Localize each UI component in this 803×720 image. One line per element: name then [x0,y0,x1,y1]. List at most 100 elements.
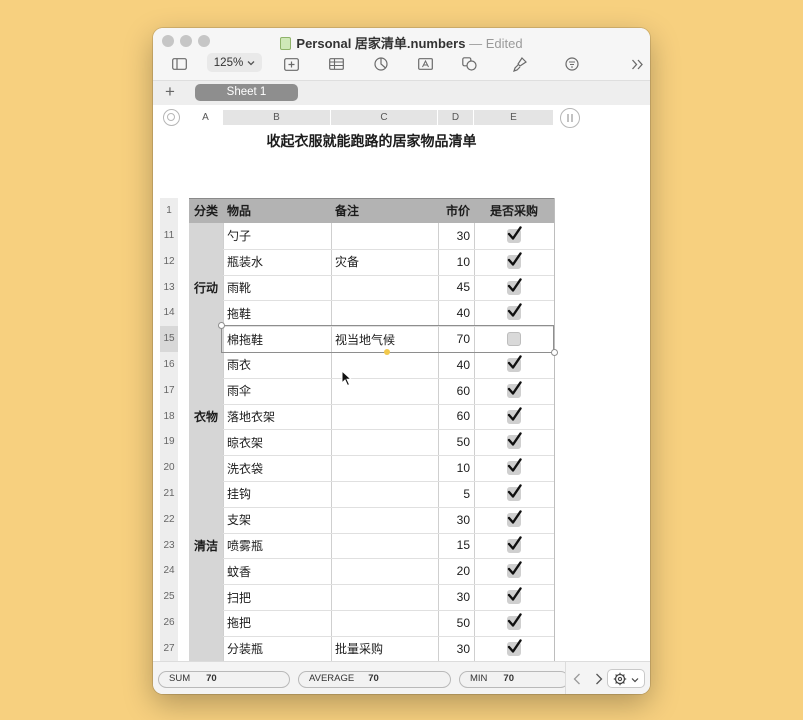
chevron-left-icon[interactable] [573,673,581,685]
column-header-b[interactable]: B [223,110,331,125]
header-buy[interactable]: 是否采购 [474,198,554,223]
purchase-checkbox[interactable] [507,303,522,320]
note-cell[interactable] [335,275,435,301]
price-cell[interactable]: 10 [438,455,470,481]
purchase-checkbox[interactable] [507,432,522,449]
note-cell[interactable] [335,558,435,584]
row-number[interactable]: 18 [160,403,178,430]
text-button[interactable] [415,54,435,74]
row-number[interactable]: 11 [160,223,178,249]
chevron-right-icon[interactable] [595,673,603,685]
purchase-checkbox[interactable] [507,561,522,578]
column-header-d[interactable]: D [438,110,474,125]
note-cell[interactable] [335,455,435,481]
insert-button[interactable] [281,54,301,74]
item-cell[interactable]: 落地衣架 [227,404,327,430]
row-number[interactable]: 26 [160,610,178,636]
note-cell[interactable] [335,429,435,455]
autofill-handle[interactable] [384,349,390,355]
item-cell[interactable]: 扫把 [227,584,327,610]
purchase-checkbox[interactable] [507,407,522,424]
note-cell[interactable] [335,223,435,249]
row-number-1[interactable]: 1 [160,198,178,223]
organize-button[interactable] [562,54,582,74]
note-cell[interactable] [335,610,435,636]
item-cell[interactable]: 雨衣 [227,352,327,378]
purchase-checkbox[interactable] [507,458,522,475]
row-number[interactable]: 19 [160,429,178,456]
more-toolbar-button[interactable] [627,54,647,74]
price-cell[interactable]: 20 [438,558,470,584]
purchase-checkbox[interactable] [507,278,522,295]
average-pill[interactable]: AVERAGE 70 [298,671,451,688]
category-label[interactable]: 衣物 [189,404,223,430]
price-cell[interactable]: 30 [438,507,470,533]
note-cell[interactable] [335,481,435,507]
note-cell[interactable] [335,533,435,559]
price-cell[interactable]: 50 [438,429,470,455]
purchase-checkbox[interactable] [507,536,522,553]
shape-button[interactable] [459,54,479,74]
row-number[interactable]: 22 [160,506,178,533]
purchase-checkbox[interactable] [507,252,522,269]
format-button[interactable] [510,54,530,74]
sidebar-button[interactable] [169,54,189,74]
purchase-checkbox[interactable] [507,355,522,372]
price-cell[interactable]: 40 [438,352,470,378]
row-number[interactable]: 17 [160,377,178,404]
item-cell[interactable]: 雨伞 [227,378,327,404]
price-cell[interactable]: 60 [438,378,470,404]
purchase-checkbox[interactable] [507,484,522,501]
item-cell[interactable]: 晾衣架 [227,429,327,455]
purchase-checkbox[interactable] [507,381,522,398]
category-label[interactable]: 清洁 [189,533,223,559]
row-number[interactable]: 24 [160,558,178,585]
purchase-checkbox[interactable] [507,226,522,243]
header-category[interactable]: 分类 [189,198,223,223]
row-number[interactable]: 16 [160,352,178,378]
select-table-button[interactable] [163,109,180,126]
row-number[interactable]: 27 [160,635,178,661]
note-cell[interactable] [335,300,435,326]
purchase-checkbox[interactable] [507,510,522,527]
price-cell[interactable]: 30 [438,223,470,249]
zoom-select[interactable]: 125% [207,53,262,72]
item-cell[interactable]: 拖把 [227,610,327,636]
item-cell[interactable]: 挂钩 [227,481,327,507]
selection-handle[interactable] [551,349,558,356]
tab-sheet-1[interactable]: Sheet 1 [195,84,298,101]
item-cell[interactable]: 拖鞋 [227,300,327,326]
row-number[interactable]: 15 [160,326,178,352]
sum-pill[interactable]: SUM 70 [158,671,290,688]
row-number[interactable]: 25 [160,584,178,610]
row-number[interactable]: 14 [160,300,178,327]
pause-resize-handle[interactable] [560,108,580,128]
price-cell[interactable]: 15 [438,533,470,559]
price-cell[interactable]: 30 [438,636,470,661]
row-number[interactable]: 23 [160,532,178,559]
item-cell[interactable]: 喷雾瓶 [227,533,327,559]
item-cell[interactable]: 瓶装水 [227,249,327,275]
item-cell[interactable]: 洗衣袋 [227,455,327,481]
row-number[interactable]: 20 [160,455,178,481]
header-item[interactable]: 物品 [227,198,327,223]
price-cell[interactable]: 50 [438,610,470,636]
note-cell[interactable]: 灾备 [335,249,435,275]
item-cell[interactable]: 勺子 [227,223,327,249]
row-number[interactable]: 13 [160,274,178,301]
note-cell[interactable] [335,584,435,610]
item-cell[interactable]: 雨靴 [227,275,327,301]
column-header-a[interactable]: A [189,110,223,125]
price-cell[interactable]: 5 [438,481,470,507]
note-cell[interactable] [335,507,435,533]
price-cell[interactable]: 10 [438,249,470,275]
row-number[interactable]: 12 [160,248,178,275]
settings-menu-button[interactable] [607,669,645,688]
row-number[interactable]: 21 [160,481,178,507]
note-cell[interactable]: 批量采购 [335,636,435,661]
price-cell[interactable]: 60 [438,404,470,430]
note-cell[interactable] [335,404,435,430]
purchase-checkbox[interactable] [507,639,522,656]
purchase-checkbox[interactable] [507,613,522,630]
price-cell[interactable]: 45 [438,275,470,301]
